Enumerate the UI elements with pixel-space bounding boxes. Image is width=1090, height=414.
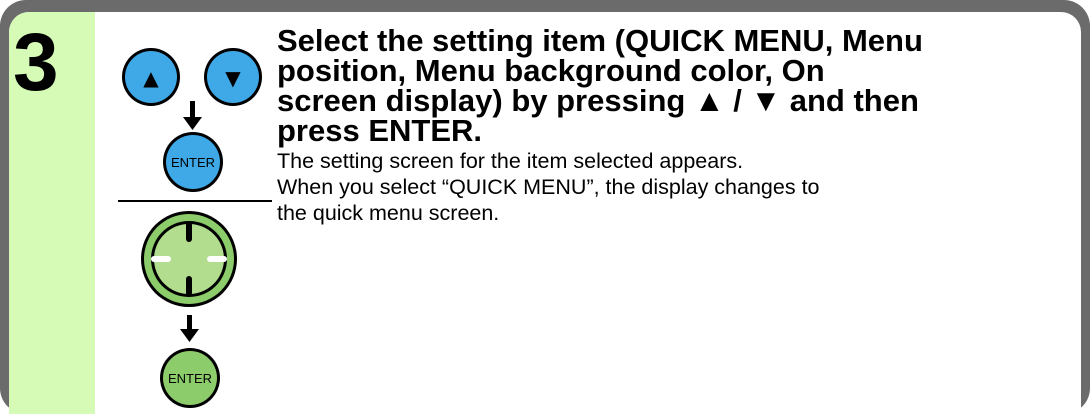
instruction-heading: Select the setting item (QUICK MENU, Men… [277,23,1067,148]
enter-button-icon: ENTER [163,132,223,192]
arrow-down-icon [180,315,199,342]
enter-button-icon: ENTER [160,348,220,408]
enter-label: ENTER [171,155,215,170]
heading-line: position, Menu background color, On [277,53,825,88]
enter-label: ENTER [168,371,212,386]
down-arrow-button-icon: ▼ [204,48,262,106]
body-line: The setting screen for the item selected… [277,149,744,173]
arrow-down-icon [183,101,202,130]
instruction-text: Select the setting item (QUICK MENU, Men… [277,23,1067,226]
up-arrow-button-icon: ▲ [122,48,180,106]
body-line: the quick menu screen. [277,201,500,225]
heading-line: screen display) by pressing ▲ / ▼ and th… [277,83,919,118]
instruction-body: The setting screen for the item selected… [277,148,1067,226]
heading-line: Select the setting item (QUICK MENU, Men… [277,23,923,58]
down-arrow-symbol: ▼ [225,66,241,90]
directional-pad-icon [141,211,237,307]
body-line: When you select “QUICK MENU”, the displa… [277,175,820,199]
up-arrow-symbol: ▲ [143,66,159,90]
heading-line: press ENTER. [277,113,483,148]
